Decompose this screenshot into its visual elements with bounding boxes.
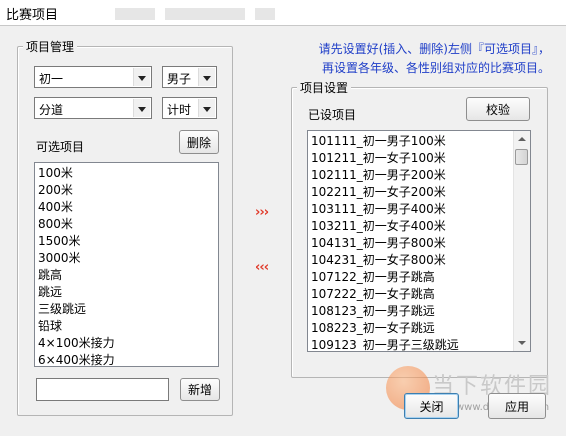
apply-button[interactable]: 应用 [488,393,546,419]
verify-button[interactable]: 校验 [466,97,530,121]
list-item[interactable]: 101211_初一女子100米 [311,150,530,167]
scoring-select[interactable]: 计时 [162,97,217,119]
set-items-label: 已设项目 [308,108,357,122]
list-item[interactable]: 100米 [38,165,218,182]
list-item[interactable]: 400米 [38,199,218,216]
delete-button[interactable]: 删除 [179,130,219,154]
list-item[interactable]: 107122_初一男子跳高 [311,269,530,286]
list-item[interactable]: 4×100米接力 [38,335,218,352]
chevron-down-icon[interactable] [133,68,150,86]
available-items-ul: 100米 200米 400米 800米 1500米 3000米 跳高 跳远 三级跳远 铅球 4×10… [35,163,218,366]
set-items-list[interactable]: 101111_初一男子100米 101211_初一女子100米 102111_初一男… [307,130,531,352]
scroll-down-icon[interactable] [514,334,530,351]
list-item[interactable]: 1500米 [38,233,218,250]
ghost-bar [115,8,155,20]
ghost-bar [165,8,245,20]
window-title: 比赛项目 [6,8,59,23]
chevron-down-icon[interactable] [198,99,215,117]
gender-select-value: 男子 [167,72,192,86]
hint-line-2: 再设置各年级、各性别组对应的比赛项目。 [321,61,550,75]
type-select[interactable]: 分道 [34,97,152,119]
list-item[interactable]: 102111_初一男子200米 [311,167,530,184]
list-item[interactable]: 跳高 [38,267,218,284]
list-item[interactable]: 103111_初一男子400米 [311,201,530,218]
project-management-legend: 项目管理 [23,38,78,55]
list-item[interactable]: 800米 [38,216,218,233]
list-item[interactable]: 3000米 [38,250,218,267]
list-item[interactable]: 104231_初一女子800米 [311,252,530,269]
grade-select[interactable]: 初一 [34,66,152,88]
available-items-list[interactable]: 100米 200米 400米 800米 1500米 3000米 跳高 跳远 三级跳远 铅球 4×10… [34,162,219,367]
remove-from-set-arrows[interactable]: ‹‹‹ [255,260,269,275]
grade-select-value: 初一 [39,72,64,86]
scoring-select-value: 计时 [167,103,192,117]
chevron-down-icon[interactable] [198,68,215,86]
scroll-up-icon[interactable] [514,131,530,148]
scroll-thumb[interactable] [515,149,528,165]
list-item[interactable]: 200米 [38,182,218,199]
list-item[interactable]: 108123_初一男子跳远 [311,303,530,320]
hint-line-1: 请先设置好(插入、删除)左侧『可选项目』， [318,42,550,56]
new-item-input[interactable] [36,378,169,401]
list-item[interactable]: 103211_初一女子400米 [311,218,530,235]
list-item[interactable]: 铅球 [38,318,218,335]
list-item[interactable]: 三级跳远 [38,301,218,318]
instruction-hint: 请先设置好(插入、删除)左侧『可选项目』， 再设置各年级、各性别组对应的比赛项目… [288,40,550,78]
type-select-value: 分道 [39,103,64,117]
set-items-scrollbar[interactable] [513,131,530,351]
list-item[interactable]: 104131_初一男子800米 [311,235,530,252]
set-items-ul: 101111_初一男子100米 101211_初一女子100米 102111_初一男… [308,131,530,351]
title-bar: 比赛项目 [0,0,566,26]
available-items-label: 可选项目 [36,140,85,154]
list-item[interactable]: 107222_初一女子跳高 [311,286,530,303]
list-item[interactable]: 101111_初一男子100米 [311,133,530,150]
gender-select[interactable]: 男子 [162,66,217,88]
list-item[interactable]: 跳远 [38,284,218,301]
project-settings-legend: 项目设置 [297,79,352,96]
list-item[interactable]: 6×400米接力 [38,352,218,366]
list-item[interactable]: 109123_初一男子三级跳远 [311,337,530,351]
list-item[interactable]: 102211_初一女子200米 [311,184,530,201]
add-button[interactable]: 新增 [180,378,220,401]
ghost-bar [255,8,275,20]
chevron-down-icon[interactable] [133,99,150,117]
list-item[interactable]: 108223_初一女子跳远 [311,320,530,337]
add-to-set-arrows[interactable]: ››› [255,205,269,220]
close-button[interactable]: 关闭 [404,393,459,419]
